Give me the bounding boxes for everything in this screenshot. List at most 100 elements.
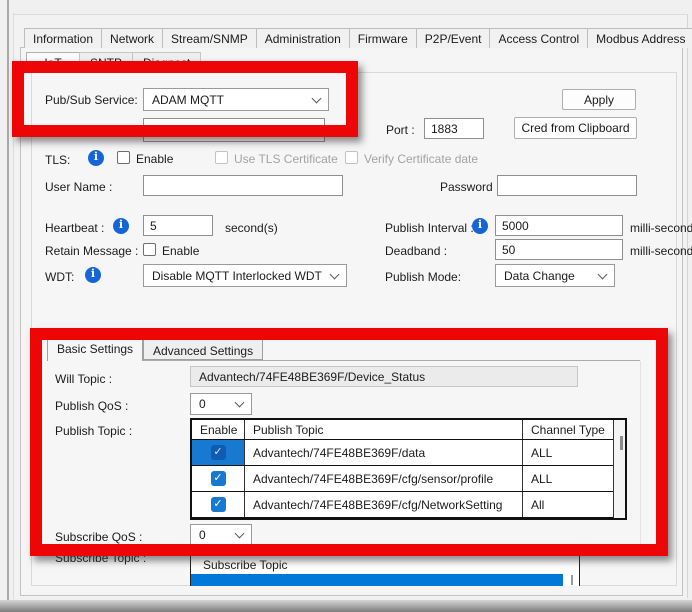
header-channel-type: Channel Type: [531, 423, 605, 437]
subtab-sntp[interactable]: SNTP: [79, 52, 134, 72]
main-tabbar: Information Network Stream/SNMP Administrat…: [24, 23, 692, 48]
tab-modbus-address[interactable]: Modbus Address: [587, 28, 692, 48]
publish-table-body: Advantech/74FE48BE369F/dataALLAdvantech/…: [192, 440, 613, 520]
chevron-down-icon: [329, 269, 340, 279]
publish-interval-input[interactable]: [495, 215, 623, 236]
publish-topic-table: Enable Publish Topic Channel Type Advant…: [190, 418, 627, 520]
enable-cell[interactable]: [192, 440, 245, 465]
publish-mode-label: Publish Mode:: [385, 270, 462, 284]
subscribe-list-header: Subscribe Topic: [203, 558, 288, 572]
subtab-iot[interactable]: IoT: [26, 52, 80, 72]
verify-certificate-checkbox: [345, 151, 358, 164]
chevron-down-icon: [311, 93, 322, 103]
subscribe-topic-label: Subscribe Topic :: [55, 551, 147, 565]
enable-cell[interactable]: [192, 518, 245, 520]
publish-interval-info-icon[interactable]: [472, 218, 488, 234]
window-bottom-edge: [0, 600, 692, 612]
apply-button[interactable]: Apply: [562, 89, 636, 110]
use-tls-certificate-label: Use TLS Certificate: [234, 152, 338, 166]
tls-label: TLS:: [45, 153, 71, 167]
tab-information[interactable]: Information: [24, 28, 103, 48]
heartbeat-input[interactable]: [143, 215, 213, 236]
tab-administration[interactable]: Administration: [255, 28, 350, 48]
publish-mode-select[interactable]: Data Change: [495, 264, 615, 287]
channel-type-cell: ALL: [531, 471, 553, 486]
header-enable: Enable: [192, 420, 245, 439]
deadband-input[interactable]: [495, 239, 623, 260]
wdt-label: WDT:: [45, 270, 75, 284]
password-input[interactable]: [497, 175, 637, 196]
deadband-unit: milli-second(s): [630, 244, 692, 258]
will-topic-field: Advantech/74FE48BE369F/Device_Status: [190, 366, 578, 387]
tab-access-control[interactable]: Access Control: [489, 28, 589, 48]
subtab-diagnost[interactable]: Diagnost: [132, 52, 202, 72]
publish-interval-label: Publish Interval :: [385, 221, 474, 235]
pubsub-service-value: ADAM MQTT: [152, 92, 224, 107]
tab-firmware[interactable]: Firmware: [348, 28, 417, 48]
cred-from-clipboard-button[interactable]: Cred from Clipboard: [514, 117, 637, 139]
port-label: Port :: [386, 123, 415, 137]
table-row[interactable]: Advantech/74FE48BE369F/data ALL: [192, 440, 613, 466]
password-label: Password :: [440, 180, 500, 194]
heartbeat-info-icon[interactable]: [113, 218, 129, 234]
subscribe-scrollbar-gutter: [571, 575, 573, 585]
tab-stream-snmp[interactable]: Stream/SNMP: [162, 28, 257, 48]
publish-topic-cell: Advantech/74FE48BE369F/cfg/NetworkSettin…: [245, 492, 523, 517]
checked-checkbox-icon[interactable]: [210, 445, 226, 460]
table-scrollbar-thumb[interactable]: [619, 436, 623, 450]
wdt-select[interactable]: Disable MQTT Interlocked WDT: [143, 264, 347, 287]
will-topic-label: Will Topic :: [55, 372, 113, 386]
publish-qos-label: Publish QoS :: [55, 399, 129, 413]
table-row[interactable]: Advantech/74FE48BE369F/hybrid/WizardSett…: [192, 518, 613, 520]
checked-checkbox-icon[interactable]: [210, 497, 226, 512]
retain-enable-label: Enable: [162, 244, 200, 258]
checked-checkbox-icon[interactable]: [210, 471, 226, 486]
sub-tabbar: IoT SNTP Diagnost: [26, 52, 202, 72]
chevron-down-icon: [234, 397, 245, 408]
tls-enable-label: Enable: [136, 152, 174, 166]
username-input[interactable]: [143, 175, 343, 196]
channel-type-cell: All: [523, 518, 613, 520]
use-tls-certificate-checkbox: [215, 151, 228, 164]
publish-topic-table-header: Enable Publish Topic Channel Type: [192, 420, 613, 440]
tab-advanced-settings[interactable]: Advanced Settings: [143, 339, 264, 360]
publish-mode-value: Data Change: [504, 268, 575, 283]
chevron-down-icon: [234, 528, 245, 539]
tls-info-icon[interactable]: [88, 150, 104, 166]
subscribe-qos-value: 0: [199, 528, 206, 542]
subscribe-qos-label: Subscribe QoS :: [55, 530, 143, 544]
publish-topic-table-main: Enable Publish Topic Channel Type Advant…: [192, 420, 613, 518]
tab-basic-settings[interactable]: Basic Settings: [47, 337, 144, 361]
deadband-label: Deadband :: [385, 244, 448, 258]
publish-qos-select[interactable]: 0: [190, 393, 252, 415]
host-input[interactable]: [143, 118, 325, 142]
heartbeat-unit: second(s): [225, 221, 278, 235]
table-row[interactable]: Advantech/74FE48BE369F/cfg/NetworkSettin…: [192, 492, 613, 518]
pubsub-service-select[interactable]: ADAM MQTT: [143, 88, 329, 111]
publish-interval-unit: milli-second(s): [630, 221, 692, 235]
subscribe-horizontal-scrollbar[interactable]: [191, 574, 563, 586]
tab-network[interactable]: Network: [101, 28, 164, 48]
retain-message-label: Retain Message :: [45, 244, 139, 258]
enable-cell[interactable]: [192, 466, 245, 491]
table-vertical-scrollbar[interactable]: [612, 420, 625, 518]
tls-enable-checkbox[interactable]: [117, 151, 130, 164]
wdt-value: Disable MQTT Interlocked WDT: [152, 268, 322, 283]
publish-topic-cell: Advantech/74FE48BE369F/hybrid/WizardSett…: [245, 518, 523, 520]
window-left-edge: [7, 0, 9, 612]
enable-cell[interactable]: [192, 492, 245, 517]
tab-p2p-event[interactable]: P2P/Event: [415, 28, 491, 48]
channel-type-cell: All: [531, 497, 545, 512]
table-row[interactable]: Advantech/74FE48BE369F/cfg/sensor/profil…: [192, 466, 613, 492]
port-input[interactable]: [424, 118, 484, 139]
subscribe-qos-select[interactable]: 0: [190, 524, 252, 546]
retain-enable-checkbox[interactable]: [143, 243, 156, 256]
header-publish-topic: Publish Topic: [245, 420, 523, 439]
publish-topic-cell: Advantech/74FE48BE369F/data: [245, 440, 523, 465]
pubsub-service-label: Pub/Sub Service:: [45, 93, 138, 107]
wdt-info-icon[interactable]: [85, 267, 101, 283]
chevron-down-icon: [597, 269, 608, 279]
settings-panel-right-border: [640, 361, 641, 557]
verify-certificate-label: Verify Certificate date: [364, 152, 479, 166]
publish-topic-cell: Advantech/74FE48BE369F/cfg/sensor/profil…: [245, 466, 523, 491]
